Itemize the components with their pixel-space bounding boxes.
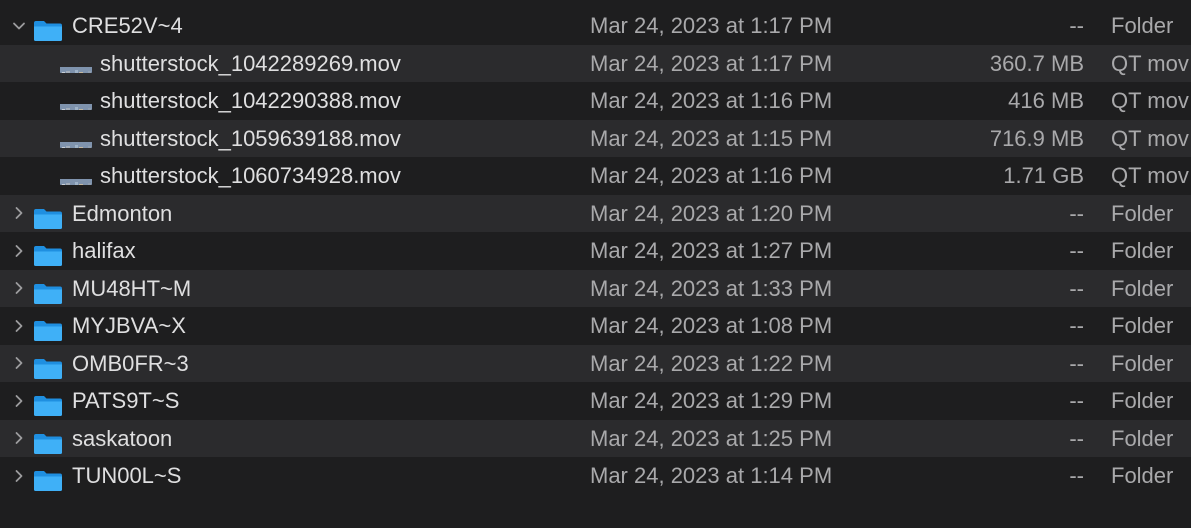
folder-icon xyxy=(33,204,63,229)
file-name: shutterstock_1060734928.mov xyxy=(100,163,401,188)
file-name: OMB0FR~3 xyxy=(72,350,189,376)
chevron-right-icon[interactable] xyxy=(9,382,29,420)
file-kind: Folder xyxy=(1111,350,1174,376)
file-name: halifax xyxy=(72,238,136,263)
file-kind: Folder xyxy=(1111,463,1174,488)
file-kind: Folder xyxy=(1111,275,1174,301)
date-modified: Mar 24, 2023 at 1:16 PM xyxy=(590,88,833,113)
file-kind: Folder xyxy=(1111,13,1174,38)
date-modified: Mar 24, 2023 at 1:29 PM xyxy=(590,388,833,413)
file-size: -- xyxy=(1069,388,1084,413)
file-name: Edmonton xyxy=(72,200,173,226)
date-modified: Mar 24, 2023 at 1:20 PM xyxy=(590,200,833,226)
file-kind: Folder xyxy=(1111,200,1174,226)
chevron-right-icon[interactable] xyxy=(9,232,29,270)
file-kind: Folder xyxy=(1111,313,1174,338)
file-kind: Folder xyxy=(1111,388,1174,413)
folder-icon xyxy=(33,279,63,304)
file-size: 416 MB xyxy=(1008,88,1084,113)
chevron-right-icon[interactable] xyxy=(9,420,29,458)
file-row[interactable]: shutterstock_1060734928.mov Mar 24, 2023 … xyxy=(0,157,1191,195)
chevron-right-icon[interactable] xyxy=(9,457,29,495)
file-name: saskatoon xyxy=(72,425,173,451)
folder-icon xyxy=(33,391,63,416)
date-modified: Mar 24, 2023 at 1:17 PM xyxy=(590,13,833,38)
folder-row[interactable]: OMB0FR~3 Mar 24, 2023 at 1:22 PM -- Folder xyxy=(0,344,1191,383)
video-thumbnail-icon xyxy=(60,132,92,148)
folder-row[interactable]: Edmonton Mar 24, 2023 at 1:20 PM -- Folder xyxy=(0,194,1191,233)
file-size: -- xyxy=(1069,13,1084,38)
folder-row[interactable]: saskatoon Mar 24, 2023 at 1:25 PM -- Folder xyxy=(0,419,1191,458)
file-size: 716.9 MB xyxy=(989,125,1084,151)
folder-icon xyxy=(33,241,63,266)
folder-icon xyxy=(33,354,63,379)
file-size: 360.7 MB xyxy=(989,50,1084,76)
file-size: -- xyxy=(1069,200,1084,226)
date-modified: Mar 24, 2023 at 1:33 PM xyxy=(590,275,833,301)
file-size: -- xyxy=(1069,463,1084,488)
file-name: shutterstock_1059639188.mov xyxy=(100,125,401,151)
file-kind: Folder xyxy=(1111,425,1174,451)
folder-row[interactable]: TUN00L~S Mar 24, 2023 at 1:14 PM -- Folder xyxy=(0,457,1191,495)
folder-row[interactable]: MU48HT~M Mar 24, 2023 at 1:33 PM -- Folder xyxy=(0,269,1191,308)
date-modified: Mar 24, 2023 at 1:22 PM xyxy=(590,350,833,376)
file-kind: QT mov xyxy=(1111,50,1189,76)
file-name: shutterstock_1042289269.mov xyxy=(100,50,401,76)
file-size: 1.71 GB xyxy=(1003,163,1084,188)
file-list: CRE52V~4 Mar 24, 2023 at 1:17 PM -- Folder s… xyxy=(0,7,1191,495)
file-size: -- xyxy=(1069,238,1084,263)
folder-icon xyxy=(33,16,63,41)
chevron-right-icon[interactable] xyxy=(9,345,29,383)
folder-icon xyxy=(33,466,63,491)
file-name: PATS9T~S xyxy=(72,388,180,413)
file-kind: QT mov xyxy=(1111,125,1189,151)
chevron-right-icon[interactable] xyxy=(9,270,29,308)
chevron-down-icon[interactable] xyxy=(9,7,29,45)
date-modified: Mar 24, 2023 at 1:17 PM xyxy=(590,50,833,76)
file-kind: QT mov xyxy=(1111,88,1189,113)
video-thumbnail-icon xyxy=(60,94,92,110)
date-modified: Mar 24, 2023 at 1:27 PM xyxy=(590,238,833,263)
file-kind: Folder xyxy=(1111,238,1174,263)
file-row[interactable]: shutterstock_1042289269.mov Mar 24, 2023 … xyxy=(0,44,1191,82)
video-thumbnail-icon xyxy=(60,57,92,73)
date-modified: Mar 24, 2023 at 1:16 PM xyxy=(590,163,833,188)
file-name: MYJBVA~X xyxy=(72,313,186,338)
folder-row[interactable]: MYJBVA~X Mar 24, 2023 at 1:08 PM -- Folder xyxy=(0,307,1191,345)
file-kind: QT mov xyxy=(1111,163,1189,188)
file-row[interactable]: shutterstock_1059639188.mov Mar 24, 2023 … xyxy=(0,119,1191,157)
file-size: -- xyxy=(1069,313,1084,338)
file-size: -- xyxy=(1069,350,1084,376)
file-name: MU48HT~M xyxy=(72,275,192,301)
folder-row[interactable]: CRE52V~4 Mar 24, 2023 at 1:17 PM -- Folder xyxy=(0,7,1191,45)
folder-icon xyxy=(33,429,63,454)
chevron-right-icon[interactable] xyxy=(9,195,29,233)
date-modified: Mar 24, 2023 at 1:08 PM xyxy=(590,313,833,338)
folder-icon xyxy=(33,316,63,341)
file-name: TUN00L~S xyxy=(72,463,182,488)
folder-row[interactable]: halifax Mar 24, 2023 at 1:27 PM -- Folder xyxy=(0,232,1191,270)
video-thumbnail-icon xyxy=(60,169,92,185)
date-modified: Mar 24, 2023 at 1:14 PM xyxy=(590,463,833,488)
file-name: CRE52V~4 xyxy=(72,13,183,38)
chevron-right-icon[interactable] xyxy=(9,307,29,345)
date-modified: Mar 24, 2023 at 1:25 PM xyxy=(590,425,833,451)
file-row[interactable]: shutterstock_1042290388.mov Mar 24, 2023 … xyxy=(0,82,1191,120)
folder-row[interactable]: PATS9T~S Mar 24, 2023 at 1:29 PM -- Folder xyxy=(0,382,1191,420)
file-size: -- xyxy=(1069,425,1084,451)
file-size: -- xyxy=(1069,275,1084,301)
date-modified: Mar 24, 2023 at 1:15 PM xyxy=(590,125,833,151)
file-name: shutterstock_1042290388.mov xyxy=(100,88,401,113)
